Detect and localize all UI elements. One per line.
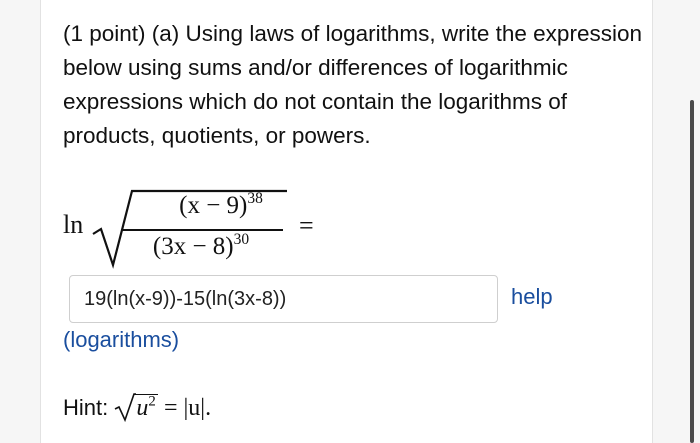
help-link[interactable]: help xyxy=(511,284,553,310)
ln-operator: ln xyxy=(63,210,84,239)
hint-label: Hint: xyxy=(63,395,109,420)
denominator-exponent: 30 xyxy=(233,230,250,248)
hint-radicand: u2 xyxy=(134,393,158,421)
denominator-base: (3x − 8) xyxy=(152,233,234,260)
numerator-exponent: 38 xyxy=(247,189,263,207)
hint-radicand-exponent: 2 xyxy=(148,393,156,410)
hint-sqrt: u2 xyxy=(114,393,158,422)
answer-input[interactable] xyxy=(69,275,498,323)
numerator-base: (x − 9) xyxy=(179,192,248,219)
problem-card: (1 point) (a) Using laws of logarithms, … xyxy=(40,0,653,443)
hint: Hint: u2 = |u|. xyxy=(63,393,212,422)
hint-rhs: = |u|. xyxy=(163,395,212,421)
question-text: (1 point) (a) Using laws of logarithms, … xyxy=(63,21,642,148)
fraction-bar xyxy=(121,229,283,231)
scrollbar[interactable] xyxy=(690,100,694,443)
fraction-numerator: (x − 9)38 xyxy=(161,189,281,220)
sqrt-sign xyxy=(115,393,137,422)
fraction-denominator: (3x − 8)30 xyxy=(121,230,281,261)
equals-sign: = xyxy=(299,211,314,240)
hint-radicand-base: u xyxy=(136,395,149,421)
logarithms-link[interactable]: (logarithms) xyxy=(63,327,179,353)
